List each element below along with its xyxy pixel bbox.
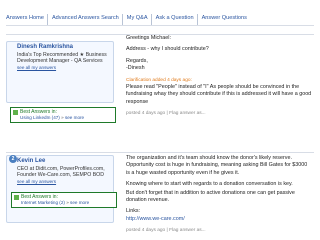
links-label: Links:: [126, 208, 141, 215]
best-answers-category-link[interactable]: Using LinkedIn (47): [20, 115, 60, 120]
see-all-answers-link[interactable]: see all my answers: [17, 179, 56, 184]
best-answers-subject: Using LinkedIn (47) » see more: [20, 115, 85, 120]
answerer-name[interactable]: Kevin Lee: [17, 158, 45, 164]
see-more-link[interactable]: see more: [70, 200, 89, 205]
answerer-headline: CEO at Didit.com, PowerProfiles.com, Fou…: [17, 166, 105, 179]
best-answers-subject: Internet Marketing (2) » see more: [21, 200, 90, 205]
answer-regards: Regards,: [126, 57, 148, 64]
answerer-title: CEO at Didit.com, PowerProfiles.com, Fou…: [17, 166, 109, 185]
see-more-link[interactable]: see more: [65, 115, 84, 120]
clarification-text: Please read "People" instead of "I" As p…: [126, 84, 312, 105]
answer-card: 2 Kevin Lee CEO at Didit.com, PowerProfi…: [6, 152, 314, 237]
answer-body: Greetings Michael: Address - why I shoul…: [126, 35, 312, 118]
answer-card: Dinesh Ramkrishna India's Top Recommende…: [6, 34, 314, 153]
see-all-answers-link[interactable]: see all my answers: [17, 65, 56, 70]
best-answers-box: Best Answers in: Using LinkedIn (47) » s…: [10, 107, 116, 123]
answerer-name[interactable]: Dinesh Ramkrishna: [17, 44, 73, 50]
clarification-label: Clarification added 4 days ago:: [126, 77, 192, 83]
best-answers-category-link[interactable]: Internet Marketing (2): [21, 200, 65, 205]
best-answer-icon: [14, 195, 19, 200]
answer-body: The organization and it's team should kn…: [126, 155, 312, 235]
answer-posted-meta: posted 4 days ago | Flag answer as...: [126, 111, 206, 117]
answer-paragraph: Knowing where to start with regards to a…: [126, 181, 293, 188]
best-answer-icon: [13, 110, 18, 115]
answerer-title: India's Top Recommended ★ Business Devel…: [17, 52, 109, 71]
nav-divider: [6, 25, 314, 26]
answer-greeting: Greetings Michael:: [126, 35, 171, 41]
answer-link[interactable]: http://www.we-care.com/: [126, 216, 185, 222]
answerer-headline: India's Top Recommended ★ Business Devel…: [17, 52, 107, 65]
answer-number-badge: 2: [9, 155, 17, 163]
answer-signature: -Dinesh: [126, 65, 145, 72]
answer-paragraph: The organization and it's team should kn…: [126, 155, 308, 176]
best-answers-box: Best Answers in: Internet Marketing (2) …: [11, 192, 117, 208]
answer-text: Address - why I should contribute?: [126, 46, 209, 53]
answerer-profile: Dinesh Ramkrishna India's Top Recommende…: [6, 41, 114, 103]
answerer-profile: 2 Kevin Lee CEO at Didit.com, PowerProfi…: [6, 155, 117, 223]
answer-posted-meta: posted 4 days ago | Flag answer as...: [126, 228, 206, 234]
answer-paragraph: But don't forget that in addition to act…: [126, 189, 295, 204]
